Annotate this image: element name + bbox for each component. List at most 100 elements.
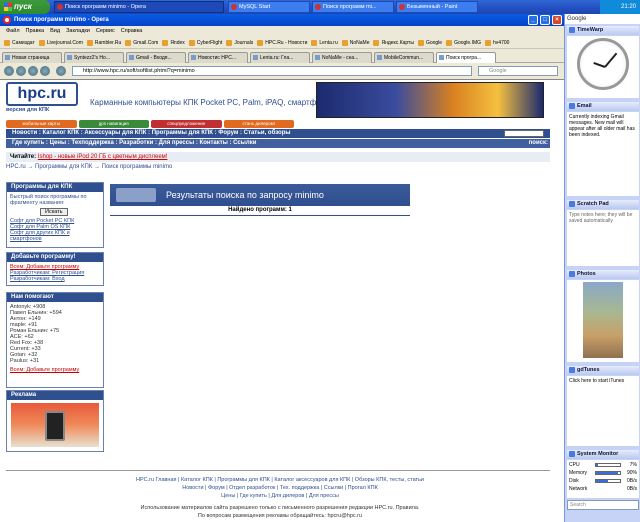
site-logo[interactable]: hpc.ru версия для КПК (6, 82, 78, 118)
notepad-icon (569, 201, 575, 207)
timewarp-title[interactable]: TimeWarp (567, 26, 639, 35)
tab-new-page[interactable]: Новая страница (2, 52, 62, 63)
helper-row: Paulus: +31 (10, 358, 40, 364)
add-program-box: Добавьте программу! Всем: Добавьте прогр… (6, 252, 104, 286)
header-banner[interactable] (316, 82, 544, 118)
bookmark-item[interactable]: HPC.Ru - Новости (257, 37, 307, 48)
bookmark-item[interactable]: hv4700 (485, 37, 509, 48)
footer: HPC.ru Главная | Каталог КПК | Программы… (20, 476, 540, 520)
sidebar-search-input[interactable]: Search (567, 500, 639, 510)
promo-gps[interactable]: gps навигация (78, 120, 149, 128)
tab-noname[interactable]: NoNaMe - сна... (312, 52, 372, 63)
email-title[interactable]: Email (567, 102, 639, 111)
bookmark-item[interactable]: CyberFlight (188, 37, 222, 48)
menu-file[interactable]: Файл (6, 28, 20, 34)
secondary-nav[interactable]: Где купить : Цены : Техподдержка : Разра… (6, 139, 550, 148)
sysmon-title[interactable]: System Monitor (567, 450, 639, 459)
programs-box-desc: Быстрый поиск программы по фрагменту наз… (10, 194, 87, 206)
bookmark-item[interactable]: Google (417, 37, 442, 48)
bookmark-item[interactable]: Rambler.Ru (86, 37, 121, 48)
logo-subtitle: версия для КПК (6, 107, 50, 113)
mysql-icon (231, 4, 237, 10)
footer-links-1[interactable]: HPC.ru Главная | Каталог КПК | Программы… (20, 476, 540, 484)
taskbar-button-opera[interactable]: Поиск программ minimo - Opera (54, 1, 224, 13)
meter-memory: Memory 90% (569, 470, 637, 476)
start-button[interactable]: пуск (0, 0, 50, 14)
tab-search-programs[interactable]: Поиск програ... (436, 52, 496, 63)
tab-syntezz[interactable]: Syntezz2's Ho... (64, 52, 124, 63)
promo-special[interactable]: спецпредложение (151, 120, 222, 128)
back-button[interactable] (4, 66, 14, 76)
promo-dealer[interactable]: стань дилером! (223, 120, 294, 128)
address-input[interactable]: http://www.hpc.ru/soft/softlist.phtml?q=… (72, 66, 472, 76)
taskbar-button-paint[interactable]: Безымянный - Paint (396, 1, 478, 13)
site-search-input[interactable] (504, 130, 544, 137)
reading-link[interactable]: Ishop - новые iPod 20 ГБ с цветным диспл… (38, 154, 168, 160)
email-icon (569, 103, 575, 109)
reload-button[interactable] (28, 66, 38, 76)
footer-links-3[interactable]: Цены | Где купить | Для дилеров | Для пр… (20, 492, 540, 500)
opera-icon (315, 4, 321, 10)
footer-links-2[interactable]: Новости | Форум | Отдел разработок | Тех… (20, 484, 540, 492)
ad-contact: По вопросам размещения рекламы обращайте… (197, 513, 363, 519)
bookmark-item[interactable]: Google.IMG (446, 37, 481, 48)
sidebar-header[interactable]: Google (565, 14, 640, 24)
menu-view[interactable]: Вид (50, 28, 60, 34)
bookmark-item[interactable]: Lenta.ru (311, 37, 338, 48)
bookmark-item[interactable]: Самиздат (4, 37, 35, 48)
email-body: Currently indexing Gmail messages. New m… (567, 112, 639, 196)
itunes-body[interactable]: Click here to start iTunes (567, 376, 639, 446)
clock-hour-hand (593, 61, 606, 68)
itunes-title[interactable]: gdTunes (567, 366, 639, 375)
paint-icon (399, 4, 405, 10)
monitor-icon (569, 451, 575, 457)
tab-hpc-news[interactable]: Новостис HPC... (188, 52, 248, 63)
link-other[interactable]: Софт для других КПК и смартфонов (10, 230, 100, 242)
main-nav[interactable]: Новости : Каталог КПК : Аксессуары для К… (6, 129, 550, 138)
tab-mobilecommunity[interactable]: MobileCommun... (374, 52, 434, 63)
bookmark-item[interactable]: Journals (226, 37, 253, 48)
photo-image[interactable] (583, 282, 623, 358)
site-slogan: Карманные компьютеры КПК Pocket PC, Palm… (90, 98, 331, 107)
taskbar-button-mysql[interactable]: MySQL Start (228, 1, 310, 13)
bookmark-item[interactable]: Gmail.Com (125, 37, 158, 48)
breadcrumb[interactable]: HPC.ru → Программы для КПК → Поиск прогр… (6, 164, 172, 170)
bookmark-item[interactable]: Livejournal.Com (38, 37, 83, 48)
photo-icon (569, 271, 575, 277)
promo-maps[interactable]: мобильные карты (6, 120, 77, 128)
forward-button[interactable] (16, 66, 26, 76)
taskbar: пуск Поиск программ minimo - Opera MySQL… (0, 0, 640, 14)
system-clock: 21:20 (600, 0, 640, 14)
programs-box: Программы для КПК Быстрый поиск программ… (6, 182, 104, 248)
search-programs-button[interactable]: Искать (40, 208, 68, 216)
menu-bookmarks[interactable]: Закладки (66, 28, 90, 34)
menu-help[interactable]: Справка (121, 28, 143, 34)
link-add-program-2[interactable]: Всем: Добавьте программу (10, 367, 100, 373)
stop-button[interactable] (40, 66, 50, 76)
menu-tools[interactable]: Сервис (96, 28, 115, 34)
results-header: Результаты поиска по запросу minimo (110, 184, 410, 206)
ads-box: Реклама (6, 390, 104, 452)
scratchpad-body[interactable]: Type notes here; they will be saved auto… (567, 210, 639, 266)
bookmark-item[interactable]: NoNaMe (341, 37, 369, 48)
promo-bar: мобильные карты gps навигация спецпредло… (6, 120, 296, 128)
web-page: hpc.ru версия для КПК Карманные компьюте… (0, 79, 564, 522)
link-login[interactable]: Разработчикам: Вход (10, 276, 100, 282)
maximize-button[interactable]: □ (540, 15, 550, 25)
tab-bar: Новая страница Syntezz2's Ho... Gmail - … (0, 50, 564, 63)
photos-title[interactable]: Photos (567, 270, 639, 279)
tab-lenta[interactable]: Lenta.ru: Гла... (250, 52, 310, 63)
close-button[interactable]: × (552, 15, 562, 25)
scratchpad-title[interactable]: Scratch Pad (567, 200, 639, 209)
taskbar-button-search[interactable]: Поиск программ mi... (312, 1, 394, 13)
minimize-button[interactable]: _ (528, 15, 538, 25)
home-button[interactable] (56, 66, 66, 76)
bookmark-item[interactable]: Яндекс.Карты (373, 37, 414, 48)
window-titlebar: Поиск программ minimo - Opera _ □ × (0, 14, 564, 26)
web-search-input[interactable]: Google (478, 66, 558, 76)
bookmark-item[interactable]: Яndex (162, 37, 185, 48)
menu-edit[interactable]: Правка (26, 28, 45, 34)
tab-gmail[interactable]: Gmail - Входя... (126, 52, 186, 63)
ad-banner[interactable] (11, 403, 99, 447)
google-desktop-sidebar: Google TimeWarp Email Currently indexing… (564, 14, 640, 522)
